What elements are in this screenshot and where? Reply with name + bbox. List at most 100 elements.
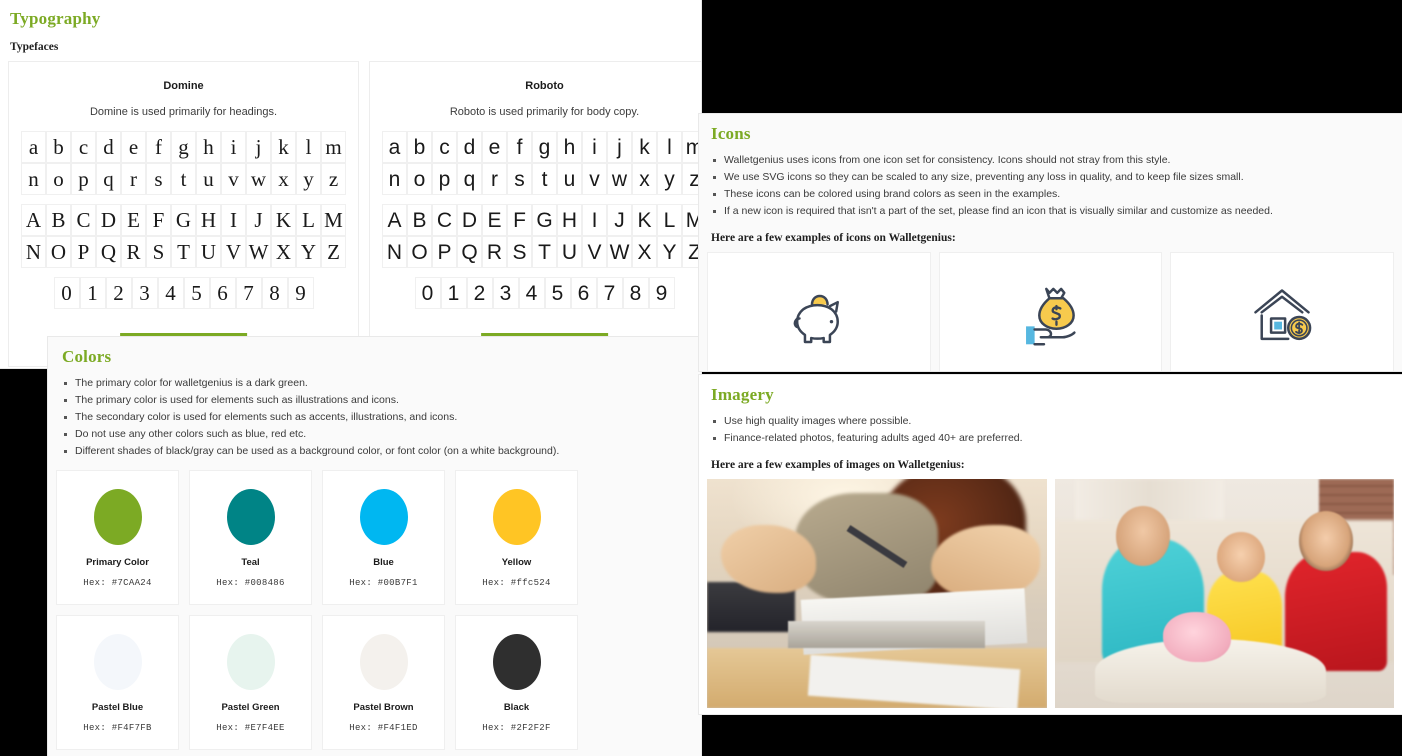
color-swatch-card[interactable]: Teal Hex: #008486 xyxy=(189,470,312,605)
glyph-cell: 2 xyxy=(466,277,493,309)
guideline-item: The secondary color is used for elements… xyxy=(62,409,687,426)
imagery-example-list xyxy=(699,471,1402,708)
color-swatch-card[interactable]: Pastel Blue Hex: #F4F7FB xyxy=(56,615,179,750)
glyph-cell: 5 xyxy=(183,277,210,309)
font-description-roboto: Roboto is used primarily for body copy. xyxy=(449,106,640,118)
glyph-cell: E xyxy=(121,204,146,236)
glyph-cell: V xyxy=(582,236,607,268)
piggy-bank-icon xyxy=(780,278,858,356)
photo-layer-clipboard xyxy=(788,620,986,649)
color-swatch-dot xyxy=(226,634,275,690)
glyph-cell: b xyxy=(407,131,432,163)
glyph-cell: s xyxy=(507,163,532,195)
glyph-cell: r xyxy=(482,163,507,195)
glyph-cell: j xyxy=(607,131,632,163)
glyph-cell: m xyxy=(321,131,346,163)
glyph-cell: h xyxy=(557,131,582,163)
glyph-cell: 2 xyxy=(105,277,132,309)
glyph-cell: h xyxy=(196,131,221,163)
color-swatch-card[interactable]: Pastel Green Hex: #E7F4EE xyxy=(189,615,312,750)
glyph-cell: B xyxy=(407,204,432,236)
color-swatch-hex: Hex: #F4F1ED xyxy=(349,723,418,733)
glyph-cell: i xyxy=(221,131,246,163)
glyph-cell: l xyxy=(296,131,321,163)
glyph-cell: L xyxy=(657,204,682,236)
imagery-panel: Imagery Use high quality images where po… xyxy=(698,374,1402,715)
glyph-cell: H xyxy=(196,204,221,236)
glyph-cell: 9 xyxy=(287,277,314,309)
glyph-cell: Y xyxy=(657,236,682,268)
glyph-row-uppercase-2: NOPQRSTUVWXYZ xyxy=(382,236,701,268)
glyph-cell: d xyxy=(96,131,121,163)
colors-header: Colors The primary color for walletgeniu… xyxy=(48,337,701,460)
glyph-cell: N xyxy=(21,236,46,268)
guideline-item: Different shades of black/gray can be us… xyxy=(62,443,687,460)
photo-layer-sweater xyxy=(795,492,938,603)
glyph-specimen-roboto: abcdefghijklm nopqrstuvwxyz ABCDEFGHIJKL… xyxy=(382,131,701,309)
color-swatch-name: Pastel Green xyxy=(221,702,280,713)
glyph-cell: k xyxy=(632,131,657,163)
glyph-cell: u xyxy=(557,163,582,195)
glyph-cell: A xyxy=(382,204,407,236)
imagery-title: Imagery xyxy=(711,385,774,404)
icon-example-list xyxy=(699,244,1402,371)
glyph-cell: F xyxy=(507,204,532,236)
glyph-cell: K xyxy=(632,204,657,236)
color-swatch-card[interactable]: Blue Hex: #00B7F1 xyxy=(322,470,445,605)
glyph-row-numerals: 0123456789 xyxy=(21,277,346,309)
color-swatch-name: Pastel Brown xyxy=(353,702,414,713)
glyph-cell: Q xyxy=(457,236,482,268)
glyph-row-uppercase-1: ABCDEFGHIJKLM xyxy=(21,204,346,236)
glyph-row-lowercase-1: abcdefghijklm xyxy=(21,131,346,163)
glyph-cell: x xyxy=(271,163,296,195)
photo-layer-father-head xyxy=(1115,506,1170,566)
icon-card-piggy-bank xyxy=(707,252,931,371)
glyph-cell: l xyxy=(657,131,682,163)
glyph-cell: o xyxy=(407,163,432,195)
color-swatch-card[interactable]: Pastel Brown Hex: #F4F1ED xyxy=(322,615,445,750)
color-swatch-name: Blue xyxy=(373,557,394,568)
glyph-cell: T xyxy=(171,236,196,268)
glyph-cell: H xyxy=(557,204,582,236)
imagery-header: Imagery Use high quality images where po… xyxy=(699,375,1402,471)
color-swatch-dot xyxy=(359,634,408,690)
color-swatch-dot xyxy=(492,489,541,545)
glyph-cell: 6 xyxy=(570,277,597,309)
glyph-cell: V xyxy=(221,236,246,268)
guideline-item: These icons can be colored using brand c… xyxy=(711,186,1390,203)
glyph-cell: J xyxy=(607,204,632,236)
page-title: Typography xyxy=(10,9,101,28)
guideline-item: Use high quality images where possible. xyxy=(711,413,1390,430)
color-swatch-hex: Hex: #ffc524 xyxy=(482,578,551,588)
glyph-cell: q xyxy=(96,163,121,195)
glyph-cell: W xyxy=(246,236,271,268)
color-swatch-card[interactable]: Black Hex: #2F2F2F xyxy=(455,615,578,750)
guideline-item: The primary color is used for elements s… xyxy=(62,392,687,409)
glyph-cell: b xyxy=(46,131,71,163)
typefaces-subtitle: Typefaces xyxy=(10,41,59,53)
color-swatch-card[interactable]: Yellow Hex: #ffc524 xyxy=(455,470,578,605)
glyph-cell: L xyxy=(296,204,321,236)
glyph-cell: O xyxy=(46,236,71,268)
glyph-cell: 3 xyxy=(492,277,519,309)
glyph-cell: W xyxy=(607,236,632,268)
glyph-cell: Q xyxy=(96,236,121,268)
glyph-row-uppercase-2: NOPQRSTUVWXYZ xyxy=(21,236,346,268)
glyph-cell: C xyxy=(432,204,457,236)
icon-card-house-with-coin xyxy=(1170,252,1395,371)
guideline-item: If a new icon is required that isn't a p… xyxy=(711,203,1390,220)
glyph-cell: r xyxy=(121,163,146,195)
glyph-cell: I xyxy=(582,204,607,236)
glyph-cell: U xyxy=(196,236,221,268)
photo-layer-mother-head xyxy=(1298,511,1354,571)
glyph-cell: x xyxy=(632,163,657,195)
glyph-cell: c xyxy=(432,131,457,163)
glyph-cell: 9 xyxy=(648,277,675,309)
glyph-cell: f xyxy=(507,131,532,163)
glyph-cell: 6 xyxy=(209,277,236,309)
color-swatch-card[interactable]: Primary Color Hex: #7CAA24 xyxy=(56,470,179,605)
glyph-cell: 8 xyxy=(261,277,288,309)
glyph-cell: Y xyxy=(296,236,321,268)
color-swatch-dot xyxy=(93,634,142,690)
glyph-cell: M xyxy=(321,204,346,236)
